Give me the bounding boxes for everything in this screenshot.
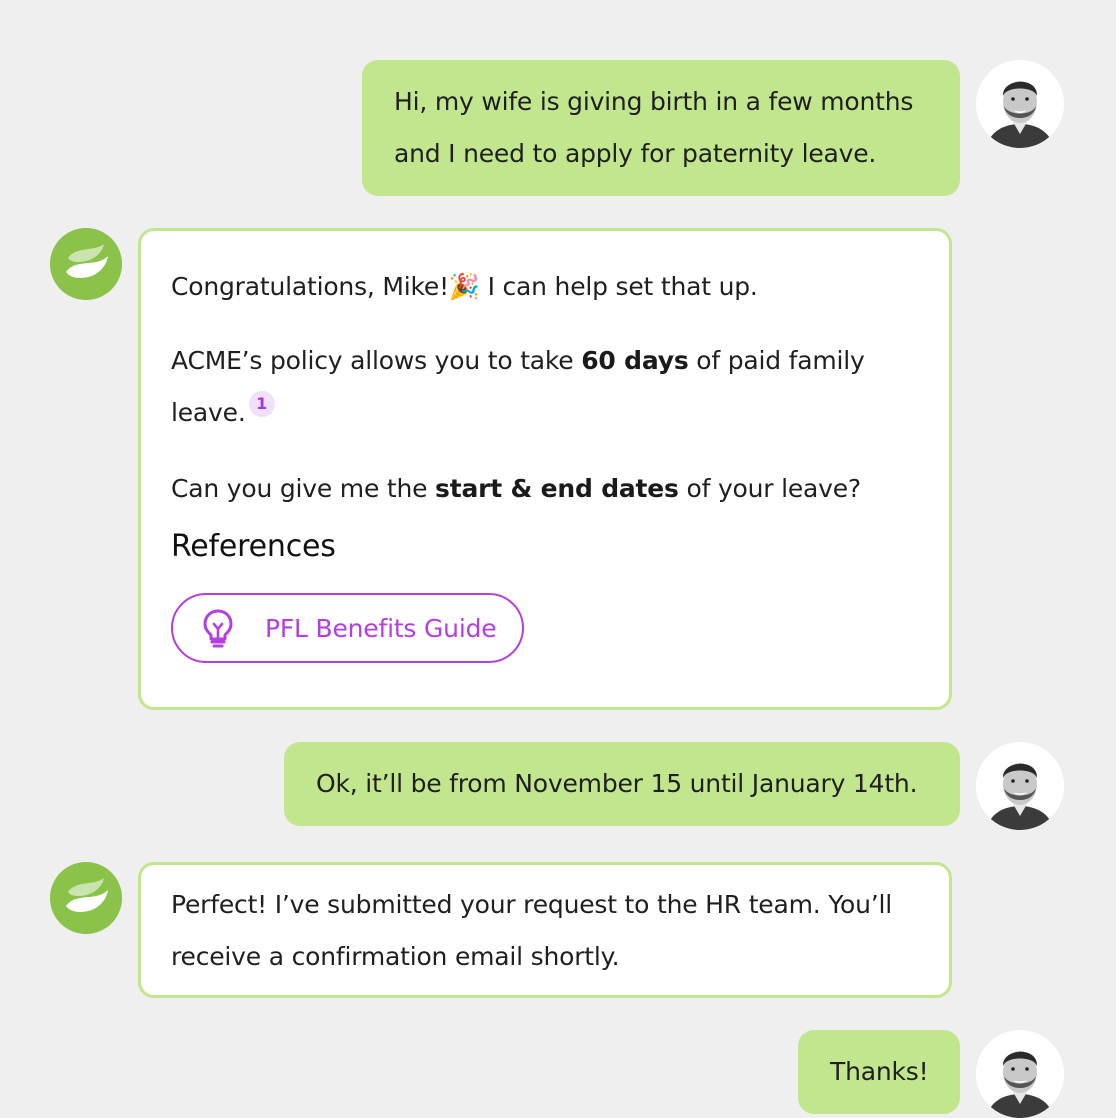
message-text: Thanks! — [830, 1057, 929, 1086]
message-text: Perfect! I’ve submitted your request to … — [171, 890, 892, 919]
message-text: leave. — [171, 398, 246, 427]
highlight-days: 60 days — [581, 346, 689, 375]
user-avatar-photo-icon — [976, 60, 1064, 148]
references-heading: References — [171, 529, 336, 564]
user-avatar — [976, 60, 1064, 148]
user-avatar — [976, 1030, 1064, 1118]
leaf-logo-icon — [50, 862, 122, 934]
leaf-logo-icon — [50, 228, 122, 300]
user-message-3: Thanks! — [798, 1030, 960, 1114]
message-paragraph: Perfect! I’ve submitted your request to … — [171, 879, 919, 983]
message-paragraph: Congratulations, Mike!🎉 I can help set t… — [171, 261, 919, 313]
message-paragraph: Can you give me the start & end dates of… — [171, 463, 919, 515]
message-text: Hi, my wife is giving birth in a few mon… — [394, 87, 914, 116]
reference-label: PFL Benefits Guide — [265, 613, 497, 643]
message-text: ACME’s policy allows you to take — [171, 346, 582, 375]
citation-badge[interactable]: 1 — [248, 391, 275, 417]
party-popper-icon: 🎉 — [448, 272, 480, 301]
message-text: and I need to apply for paternity leave. — [394, 139, 877, 168]
message-text: receive a confirmation email shortly. — [171, 942, 620, 971]
message-text: Congratulations, Mike! — [171, 272, 449, 301]
bot-message-1: Congratulations, Mike!🎉 I can help set t… — [138, 228, 952, 710]
user-avatar-photo-icon — [976, 1030, 1064, 1118]
user-avatar-photo-icon — [976, 742, 1064, 830]
reference-link-pfl-guide[interactable]: PFL Benefits Guide — [171, 593, 525, 663]
message-paragraph: ACME’s policy allows you to take 60 days… — [171, 335, 919, 439]
user-avatar — [976, 742, 1064, 830]
user-message-2: Ok, it’ll be from November 15 until Janu… — [284, 742, 960, 826]
bot-message-2: Perfect! I’ve submitted your request to … — [138, 862, 952, 998]
user-message-1: Hi, my wife is giving birth in a few mon… — [362, 60, 960, 196]
bot-avatar — [50, 862, 122, 934]
message-text: Ok, it’ll be from November 15 until Janu… — [316, 769, 918, 798]
message-text: of your leave? — [678, 474, 861, 503]
message-text: Can you give me the — [171, 474, 436, 503]
message-text: I can help set that up. — [479, 272, 758, 301]
message-text: of paid family — [688, 346, 865, 375]
lightbulb-icon — [203, 609, 233, 648]
highlight-dates: start & end dates — [435, 474, 679, 503]
bot-avatar — [50, 228, 122, 300]
